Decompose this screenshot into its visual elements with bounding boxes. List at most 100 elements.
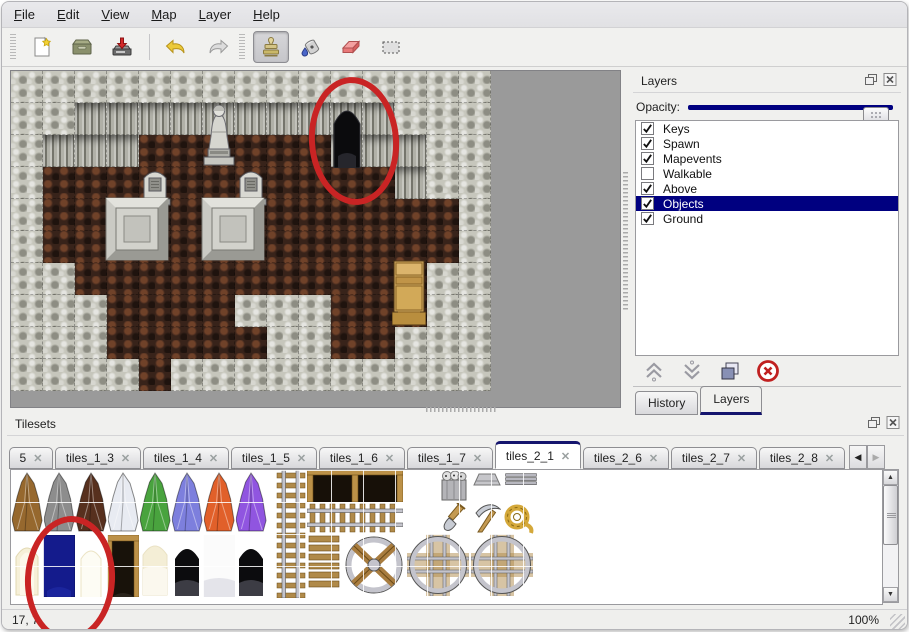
map-tile[interactable] [363, 71, 395, 103]
open-icon[interactable] [64, 31, 100, 63]
map-tile[interactable] [363, 167, 395, 199]
map-tile[interactable] [331, 167, 363, 199]
map-tile[interactable] [107, 103, 139, 135]
map-tile[interactable] [459, 231, 491, 263]
map-tile[interactable] [267, 103, 299, 135]
map-tile[interactable] [139, 295, 171, 327]
map-tile[interactable] [11, 199, 43, 231]
map-tile[interactable] [139, 263, 171, 295]
tab-close-icon[interactable]: ✕ [297, 452, 306, 465]
map-tile[interactable] [43, 327, 75, 359]
opacity-slider[interactable] [688, 105, 893, 110]
statue-sprite[interactable] [199, 102, 239, 166]
crystal-tile[interactable] [171, 471, 203, 533]
tileset-tab-tiles_2_8[interactable]: tiles_2_8✕ [759, 447, 845, 469]
map-tile[interactable] [43, 71, 75, 103]
map-view[interactable] [10, 70, 621, 408]
map-tile[interactable] [75, 327, 107, 359]
float-icon[interactable] [865, 416, 882, 431]
map-tile[interactable] [43, 295, 75, 327]
map-tile[interactable] [11, 167, 43, 199]
map-tile[interactable] [171, 167, 203, 199]
map-tile[interactable] [395, 167, 427, 199]
map-tile[interactable] [459, 167, 491, 199]
black-arch-door-tile[interactable] [171, 535, 203, 597]
white-arch-door-tile[interactable] [75, 535, 107, 597]
map-tile[interactable] [363, 199, 395, 231]
map-tile[interactable] [299, 231, 331, 263]
map-tile[interactable] [363, 103, 395, 135]
map-tile[interactable] [203, 359, 235, 391]
map-tile[interactable] [43, 199, 75, 231]
vtrack-tile[interactable] [275, 470, 307, 598]
dock-tab-history[interactable]: History [635, 391, 698, 415]
tab-close-icon[interactable]: ✕ [737, 452, 746, 465]
crystal-tile[interactable] [11, 471, 43, 533]
map-tile[interactable] [203, 167, 235, 199]
white-tile-tile[interactable] [203, 535, 235, 597]
map-tile[interactable] [75, 231, 107, 263]
map-tile[interactable] [363, 327, 395, 359]
map-tile[interactable] [139, 103, 171, 135]
pale-door-tile[interactable] [139, 535, 171, 597]
map-tile[interactable] [459, 295, 491, 327]
delete-icon[interactable] [753, 357, 783, 385]
map-tile[interactable] [267, 199, 299, 231]
map-tile[interactable] [75, 359, 107, 391]
map-tile[interactable] [11, 103, 43, 135]
map-tile[interactable] [139, 71, 171, 103]
map-tile[interactable] [427, 263, 459, 295]
tab-close-icon[interactable]: ✕ [473, 452, 482, 465]
map-tile[interactable] [267, 71, 299, 103]
map-tile[interactable] [363, 295, 395, 327]
map-tile[interactable] [427, 295, 459, 327]
planks-tile[interactable] [307, 534, 341, 596]
map-tile[interactable] [267, 359, 299, 391]
map-tile[interactable] [299, 295, 331, 327]
map-tile[interactable] [171, 231, 203, 263]
map-tile[interactable] [107, 263, 139, 295]
raise-icon[interactable] [639, 357, 669, 385]
junction-x-tile[interactable] [343, 534, 405, 596]
tileset-content[interactable] [10, 469, 883, 605]
bars-tile[interactable] [505, 472, 537, 484]
map-tile[interactable] [363, 231, 395, 263]
map-tile[interactable] [75, 199, 107, 231]
junction-ring-tile[interactable] [407, 534, 469, 596]
crystal-tile[interactable] [107, 471, 139, 533]
map-tile[interactable] [11, 71, 43, 103]
map-tile[interactable] [299, 167, 331, 199]
new-file-icon[interactable] [24, 31, 60, 63]
map-tile[interactable] [139, 135, 171, 167]
menu-map[interactable]: Map [151, 7, 176, 22]
close-icon[interactable] [884, 416, 901, 431]
map-tile[interactable] [75, 135, 107, 167]
layer-row-mapevents[interactable]: Mapevents [636, 151, 898, 166]
menu-help[interactable]: Help [253, 7, 280, 22]
map-tile[interactable] [267, 263, 299, 295]
htrack-tile[interactable] [307, 502, 403, 534]
map-tile[interactable] [75, 71, 107, 103]
map-tile[interactable] [203, 263, 235, 295]
map-tile[interactable] [267, 295, 299, 327]
map-tile[interactable] [203, 327, 235, 359]
map-tile[interactable] [395, 135, 427, 167]
map-tile[interactable] [171, 71, 203, 103]
scroll-up-icon[interactable]: ▲ [883, 470, 898, 485]
map-tile[interactable] [331, 263, 363, 295]
tileset-tab-tiles_2_6[interactable]: tiles_2_6✕ [583, 447, 669, 469]
tileset-tab-tiles_1_7[interactable]: tiles_1_7✕ [407, 447, 493, 469]
dark-door-sprite[interactable] [328, 96, 366, 168]
layer-checkbox[interactable] [641, 167, 654, 180]
map-tile[interactable] [331, 199, 363, 231]
map-tile[interactable] [427, 167, 459, 199]
tileset-tab-tiles_1_5[interactable]: tiles_1_5✕ [231, 447, 317, 469]
lower-icon[interactable] [677, 357, 707, 385]
map-tile[interactable] [107, 71, 139, 103]
map-tile[interactable] [139, 327, 171, 359]
map-tile[interactable] [11, 135, 43, 167]
map-tile[interactable] [171, 295, 203, 327]
map-tile[interactable] [267, 231, 299, 263]
rope-tile[interactable] [503, 502, 535, 534]
dock-tab-layers[interactable]: Layers [700, 386, 762, 415]
